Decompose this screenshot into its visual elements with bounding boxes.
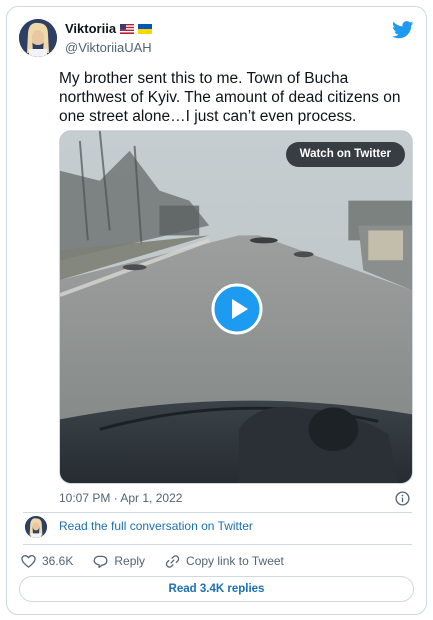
reply-button[interactable]: Reply: [93, 554, 145, 569]
author-display-name[interactable]: Viktoriia: [65, 21, 116, 36]
tweet-actions: 36.6K Reply Copy link to Tweet: [21, 551, 304, 571]
twitter-bird-icon[interactable]: [392, 21, 414, 39]
author-avatar[interactable]: [19, 19, 57, 57]
tweet-timestamp[interactable]: 10:07 PM · Apr 1, 2022: [59, 491, 182, 505]
conversation-avatar: [25, 516, 47, 538]
us-flag-icon: [120, 23, 135, 34]
copy-link-label: Copy link to Tweet: [186, 554, 284, 568]
divider: [23, 512, 412, 513]
ukraine-flag-icon: [138, 23, 153, 34]
like-count: 36.6K: [42, 554, 74, 568]
heart-icon: [21, 554, 36, 568]
read-replies-button[interactable]: Read 3.4K replies: [19, 576, 414, 602]
tweet-card[interactable]: Viktoriia @ViktoriiaUAH My brother sent …: [6, 6, 427, 615]
copy-link-button[interactable]: Copy link to Tweet: [165, 554, 284, 569]
info-icon[interactable]: [395, 491, 410, 506]
watch-on-twitter-button[interactable]: Watch on Twitter: [285, 142, 405, 167]
read-conversation-link[interactable]: Read the full conversation on Twitter: [59, 519, 253, 533]
like-button[interactable]: 36.6K: [21, 554, 73, 569]
reply-icon: [93, 555, 108, 568]
author-handle[interactable]: @ViktoriiaUAH: [65, 40, 152, 55]
divider: [23, 544, 412, 545]
video-media[interactable]: Watch on Twitter: [59, 130, 413, 484]
tweet-text: My brother sent this to me. Town of Buch…: [59, 70, 401, 125]
reply-label: Reply: [114, 554, 146, 568]
play-icon[interactable]: [211, 283, 263, 335]
link-icon: [165, 554, 180, 568]
